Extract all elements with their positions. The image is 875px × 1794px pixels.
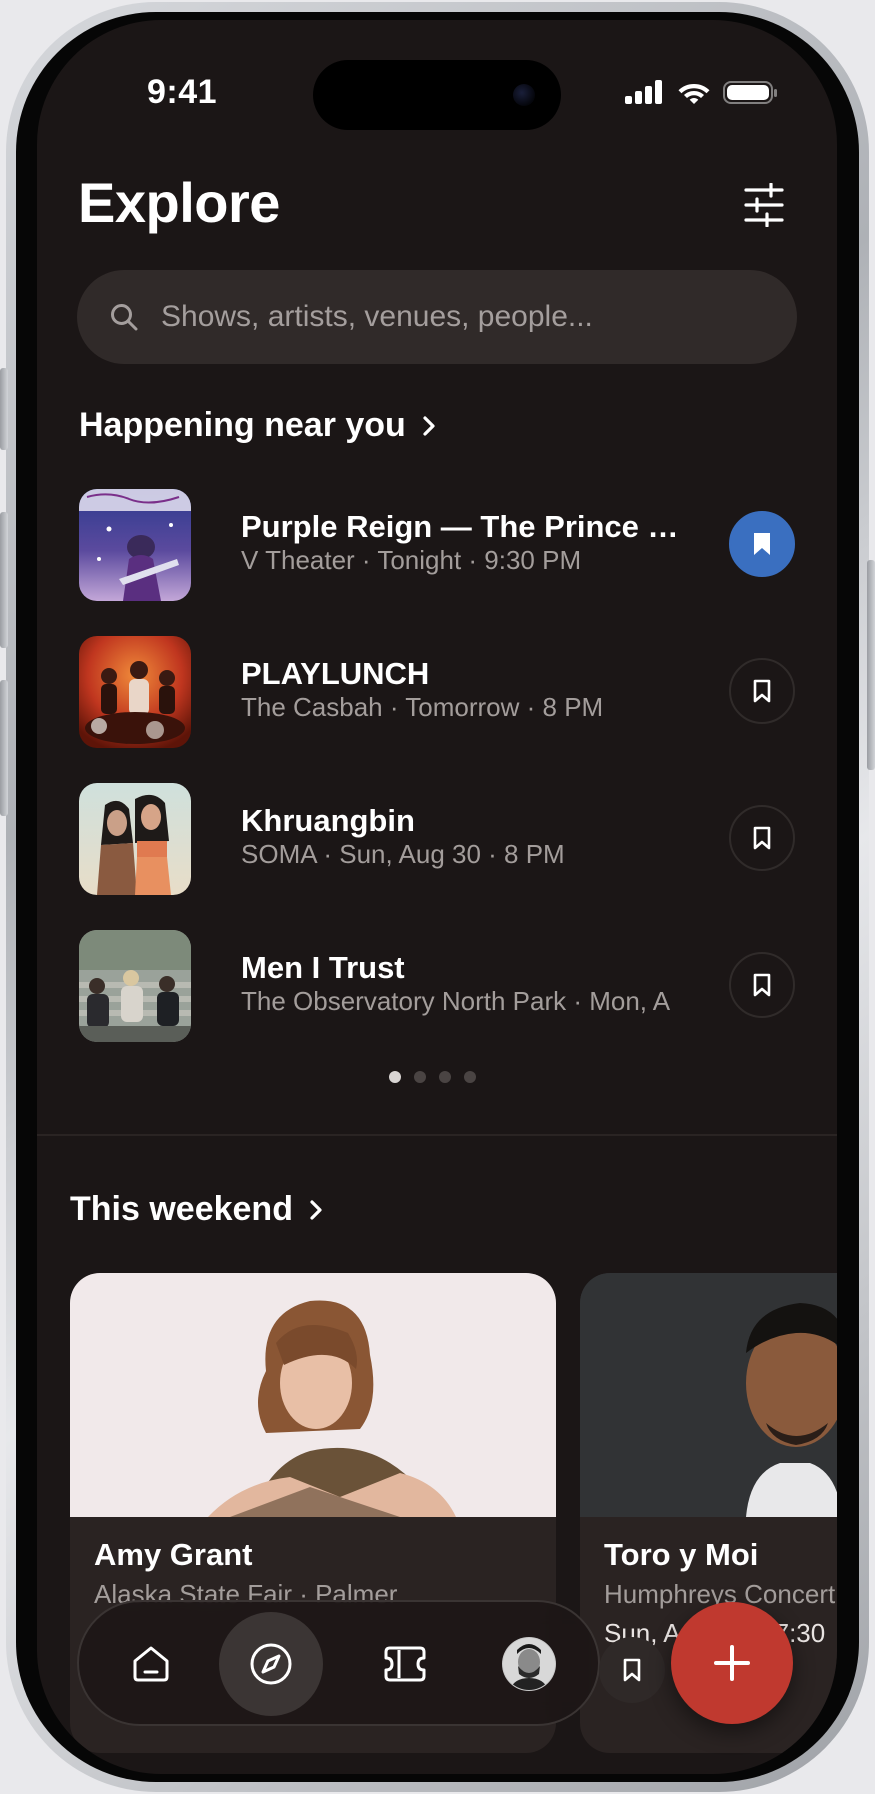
event-title: PLAYLUNCH: [241, 656, 430, 691]
search-input[interactable]: [159, 299, 763, 335]
event-meta: The Casbah · Tomorrow · 8 PM: [241, 692, 604, 722]
card-save-button[interactable]: [599, 1637, 665, 1703]
home-icon: [133, 1646, 169, 1682]
plus-icon: [714, 1645, 750, 1681]
save-button[interactable]: [729, 952, 795, 1018]
status-icons: [625, 80, 777, 104]
power-button: [867, 560, 875, 770]
ticket-icon: [384, 1646, 426, 1682]
page-dot[interactable]: [439, 1071, 451, 1083]
nearby-section-header[interactable]: Happening near you: [79, 406, 438, 445]
event-card-photo: [70, 1273, 556, 1517]
search-bar[interactable]: [77, 270, 797, 364]
tab-explore[interactable]: [219, 1612, 323, 1716]
compass-icon: [250, 1643, 292, 1685]
save-button[interactable]: [729, 511, 795, 577]
dynamic-island: [313, 60, 561, 130]
page-dot[interactable]: [389, 1071, 401, 1083]
tab-profile[interactable]: [477, 1612, 581, 1716]
search-icon: [109, 300, 143, 334]
cellular-signal-icon: [625, 80, 662, 104]
event-title: Khruangbin: [241, 803, 415, 838]
battery-icon: [723, 80, 777, 104]
volume-up-button: [0, 512, 8, 648]
tab-home[interactable]: [99, 1612, 203, 1716]
event-row[interactable]: Purple Reign — The Prince T... V Theater…: [79, 489, 799, 601]
add-button[interactable]: [671, 1602, 793, 1724]
save-button[interactable]: [729, 658, 795, 724]
section-title: Happening near you: [79, 406, 406, 444]
event-row[interactable]: Men I Trust The Observatory North Park ·…: [79, 930, 799, 1042]
event-meta: SOMA · Sun, Aug 30 · 8 PM: [241, 839, 565, 869]
event-title: Purple Reign — The Prince T...: [241, 509, 681, 544]
page-indicator[interactable]: [389, 1071, 476, 1083]
page-title: Explore: [78, 171, 280, 234]
section-title: This weekend: [70, 1190, 293, 1228]
event-title: Men I Trust: [241, 950, 405, 985]
volume-down-button: [0, 680, 8, 816]
chevron-right-icon: [423, 415, 435, 436]
event-artwork: [79, 489, 191, 601]
avatar: [502, 1637, 556, 1691]
wifi-icon: [678, 84, 710, 104]
save-button[interactable]: [729, 805, 795, 871]
filter-button[interactable]: [737, 178, 791, 232]
section-divider: [37, 1134, 837, 1136]
event-row[interactable]: Khruangbin SOMA · Sun, Aug 30 · 8 PM: [79, 783, 799, 895]
front-camera: [513, 84, 535, 106]
page-dot[interactable]: [464, 1071, 476, 1083]
sliders-icon: [744, 183, 784, 227]
bookmark-icon: [623, 1658, 641, 1682]
chevron-right-icon: [310, 1199, 322, 1220]
bookmark-filled-icon: [754, 533, 770, 555]
event-meta: V Theater · Tonight · 9:30 PM: [241, 545, 582, 575]
bookmark-icon: [753, 679, 771, 703]
event-row[interactable]: PLAYLUNCH The Casbah · Tomorrow · 8 PM: [79, 636, 799, 748]
screen: 9:41 Explore Happening near: [37, 20, 837, 1774]
event-artwork: [79, 783, 191, 895]
weekend-section-header[interactable]: This weekend: [70, 1190, 325, 1229]
event-card-title: Amy Grant: [94, 1537, 253, 1572]
tab-tickets[interactable]: [353, 1612, 457, 1716]
tab-bar: [77, 1600, 600, 1726]
event-artwork: [79, 930, 191, 1042]
bookmark-icon: [753, 826, 771, 850]
event-card-title: Toro y Moi: [604, 1537, 759, 1572]
status-time: 9:41: [147, 73, 218, 111]
event-card-photo: [580, 1273, 837, 1517]
page-dot[interactable]: [414, 1071, 426, 1083]
event-artwork: [79, 636, 191, 748]
event-meta: The Observatory North Park · Mon, A: [241, 986, 671, 1016]
bookmark-icon: [753, 973, 771, 997]
action-button: [0, 368, 8, 450]
